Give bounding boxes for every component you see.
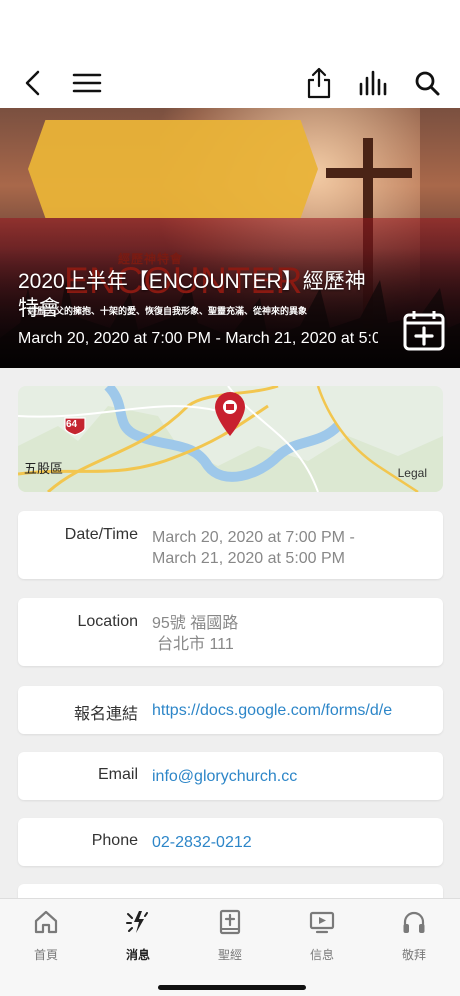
- phone-label: Phone: [91, 832, 138, 849]
- nav-worship[interactable]: 敬拜: [384, 909, 444, 963]
- headphones-icon: [403, 911, 425, 933]
- datetime-card: Date/Time March 20, 2020 at 7:00 PM - Ma…: [18, 511, 443, 579]
- location-card[interactable]: Location 95號 福國路 台北市 111: [18, 598, 443, 666]
- datetime-line-1: March 20, 2020 at 7:00 PM -: [152, 529, 355, 546]
- nav-news-label: 消息: [125, 948, 150, 962]
- datetime-label: Date/Time: [64, 526, 138, 543]
- map-legal-link[interactable]: Legal: [398, 466, 427, 480]
- email-card: Email info@glorychurch.cc: [18, 752, 443, 800]
- nav-home-label: 首頁: [33, 948, 58, 962]
- media-icon: [309, 911, 335, 934]
- location-line-2: 台北市 111: [157, 636, 234, 653]
- audio-icon[interactable]: [356, 66, 390, 100]
- nav-home[interactable]: 首頁: [16, 909, 76, 963]
- status-bar-area: [0, 0, 460, 56]
- location-label: Location: [77, 613, 139, 630]
- event-title: 2020上半年【ENCOUNTER】經歷神特會: [18, 270, 366, 320]
- nav-bible-label: 聖經: [217, 948, 242, 962]
- home-indicator: [158, 985, 306, 990]
- event-hero-image: 經歷神特會 ENCOUNTER 經歷天父的擁抱、十架的愛、恢復自我形象、聖靈充滿…: [0, 108, 460, 368]
- top-bar: [0, 56, 460, 108]
- nav-media[interactable]: 信息: [292, 909, 352, 963]
- bible-icon: [219, 909, 241, 935]
- encounter-banner: [28, 120, 318, 218]
- menu-icon[interactable]: [70, 66, 104, 100]
- route-number: 64: [66, 419, 78, 430]
- nav-media-label: 信息: [309, 948, 334, 962]
- phone-link[interactable]: 02-2832-0212: [152, 832, 252, 853]
- news-icon: [126, 911, 148, 933]
- email-link[interactable]: info@glorychurch.cc: [152, 766, 297, 787]
- registration-card: 報名連結 https://docs.google.com/forms/d/e: [18, 686, 443, 734]
- registration-label: 報名連結: [73, 706, 138, 723]
- phone-card: Phone 02-2832-0212: [18, 818, 443, 866]
- location-line-1: 95號 福國路: [152, 615, 239, 632]
- share-icon[interactable]: [302, 66, 336, 100]
- datetime-line-2: March 21, 2020 at 5:00 PM: [152, 550, 345, 567]
- bottom-navigation: 首頁 消息 聖經 信息 敬拜: [0, 898, 460, 996]
- home-icon: [34, 910, 58, 934]
- back-icon[interactable]: [16, 66, 50, 100]
- event-dates: March 20, 2020 at 7:00 PM - March 21, 20…: [18, 330, 378, 347]
- map-pin-icon: [215, 392, 245, 436]
- nav-news[interactable]: 消息: [108, 909, 168, 963]
- nav-worship-label: 敬拜: [401, 948, 426, 962]
- nav-bible[interactable]: 聖經: [200, 909, 260, 963]
- location-map[interactable]: 64 五股區 Legal: [18, 386, 443, 492]
- search-icon[interactable]: [410, 66, 444, 100]
- email-label: Email: [97, 766, 138, 783]
- registration-link[interactable]: https://docs.google.com/forms/d/e: [152, 700, 432, 721]
- map-place-label: 五股區: [24, 461, 64, 476]
- add-to-calendar-icon[interactable]: [402, 308, 446, 352]
